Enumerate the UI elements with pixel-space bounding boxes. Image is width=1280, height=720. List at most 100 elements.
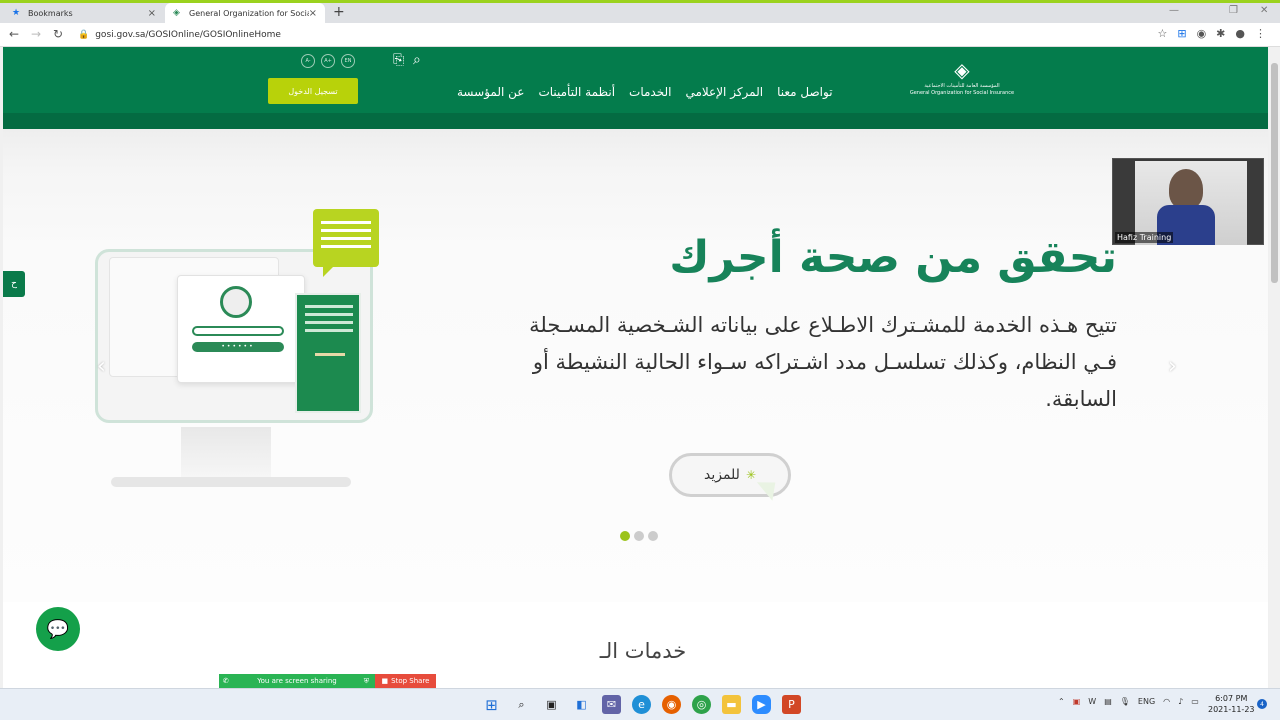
star-icon: ★ [12, 8, 21, 18]
file-explorer-icon[interactable]: ▬ [722, 695, 741, 714]
stop-share-button[interactable]: ■ Stop Share [375, 674, 436, 688]
chat-bubble-tail [323, 267, 333, 277]
monitor-base [111, 477, 351, 487]
widgets-icon[interactable]: ◧ [572, 695, 591, 714]
scrollbar-thumb[interactable] [1271, 63, 1278, 283]
clock-date: 2021-11-23 [1208, 705, 1255, 714]
url-field[interactable]: 🔒 gosi.gov.sa/GOSIOnline/GOSIOnlineHome [78, 27, 281, 43]
reload-icon[interactable]: ↻ [53, 27, 63, 41]
tab-gosi[interactable]: ◈ General Organization for Social × [165, 3, 325, 23]
firefox-icon[interactable]: ◉ [662, 695, 681, 714]
hero-title: تحقق من صحة أجرك [669, 232, 1117, 283]
password-bar: •••••• [192, 342, 284, 352]
microphone-icon[interactable]: 🎙 [1120, 697, 1130, 706]
hero-slider: •••••• تحقق من صحة أجرك تتيح هـذه الخدمة… [3, 129, 1268, 602]
menu-icon[interactable]: ⋮ [1255, 27, 1266, 40]
username-bar [192, 326, 284, 336]
volume-icon[interactable]: ♪ [1178, 697, 1183, 706]
search-icon[interactable]: ⌕ [413, 52, 421, 68]
battery-icon[interactable]: ▭ [1191, 697, 1199, 706]
windows-start-icon[interactable]: ⊞ [482, 695, 501, 714]
monitor-stand [181, 427, 271, 477]
chat-button[interactable]: 💬 [36, 607, 80, 651]
sparkle-icon: ✳ [745, 468, 757, 482]
system-tray: ⌃ ▣ W ▤ 🎙 ENG ◠ ♪ ▭ [1058, 697, 1199, 706]
more-button-label: للمزيد [703, 467, 740, 483]
chrome-icon[interactable]: ◎ [692, 695, 711, 714]
task-view-icon[interactable]: ▣ [542, 695, 561, 714]
chat-bubble-illustration [313, 209, 379, 267]
language-button[interactable]: EN [341, 54, 355, 68]
profile-avatar-icon[interactable]: ● [1235, 27, 1245, 40]
translate-icon[interactable]: ⊞ [1177, 27, 1186, 40]
nav-item-media[interactable]: المركز الإعلامي [685, 85, 763, 99]
slide-dot[interactable] [634, 531, 644, 541]
header-strip [3, 113, 1268, 129]
tray-app-icon[interactable]: ▣ [1073, 697, 1081, 706]
shield-icon: ⛨ [363, 676, 369, 685]
new-tab-button[interactable]: + [333, 4, 345, 20]
restore-icon[interactable]: ❐ [1229, 5, 1238, 16]
nav-item-systems[interactable]: أنظمة التأمينات [538, 85, 615, 99]
language-indicator[interactable]: ENG [1138, 697, 1155, 706]
font-decrease-button[interactable]: A- [301, 54, 315, 68]
web-page: ◈ المؤسسة العامة للتأمينات الاجتماعية Ge… [3, 47, 1268, 688]
gosi-favicon-icon: ◈ [173, 8, 180, 18]
video-thumbnail[interactable]: Hafiz Training [1112, 158, 1264, 245]
notification-badge[interactable]: 4 [1257, 699, 1267, 709]
chat-icon: 💬 [46, 618, 70, 640]
nav-item-about[interactable]: عن المؤسسة [457, 85, 524, 99]
accessibility-icon[interactable]: ⎘ [393, 52, 404, 68]
close-icon[interactable]: × [148, 8, 156, 19]
browser-tab-bar: ★ Bookmarks × ◈ General Organization for… [0, 0, 1280, 23]
hero-description: تتيح هـذه الخدمة للمشـترك الاطـلاع على ب… [529, 313, 1117, 411]
teams-chat-icon[interactable]: ✉ [602, 695, 621, 714]
powerpoint-icon[interactable]: P [782, 695, 801, 714]
participant-name: Hafiz Training [1115, 232, 1174, 243]
clock-time: 6:07 PM [1215, 694, 1248, 703]
github-icon[interactable]: ◉ [1197, 27, 1207, 40]
tray-overflow-icon[interactable]: ⌃ [1058, 697, 1065, 706]
address-bar: ← → ↻ 🔒 gosi.gov.sa/GOSIOnline/GOSIOnlin… [0, 23, 1280, 47]
close-window-icon[interactable]: ✕ [1260, 5, 1268, 16]
prev-slide-arrow-icon[interactable]: ‹ [97, 354, 106, 379]
stop-share-label: Stop Share [391, 677, 430, 685]
wifi-icon[interactable]: ◠ [1163, 697, 1170, 706]
login-button[interactable]: تسجيل الدخول [268, 78, 358, 104]
logo-arabic: المؤسسة العامة للتأمينات الاجتماعية [924, 83, 1000, 89]
search-icon[interactable]: ⌕ [512, 695, 531, 714]
side-feedback-tab[interactable]: ح [3, 271, 25, 297]
stop-icon: ■ [381, 677, 389, 685]
slide-dot[interactable] [620, 531, 630, 541]
logo-english: General Organization for Social Insuranc… [909, 90, 1015, 96]
clock[interactable]: 6:07 PM 2021-11-23 [1208, 693, 1255, 715]
tray-app-icon[interactable]: W [1088, 697, 1096, 706]
page-scrollbar[interactable] [1269, 47, 1280, 688]
edge-icon[interactable]: e [632, 695, 651, 714]
tray-app-icon[interactable]: ▤ [1104, 697, 1112, 706]
services-heading: خدمات الـ [599, 639, 687, 663]
tab-label: General Organization for Social [189, 8, 309, 18]
slide-indicators [620, 531, 658, 541]
bookmark-star-icon[interactable]: ☆ [1157, 27, 1167, 40]
sharing-status-text: You are screen sharing [257, 677, 337, 685]
sharing-status: ✆ You are screen sharing ⛨ [219, 674, 375, 688]
forward-icon[interactable]: → [31, 27, 41, 41]
participant-head [1169, 169, 1203, 209]
lock-icon: 🔒 [78, 30, 90, 40]
slide-dot[interactable] [648, 531, 658, 541]
tab-bookmarks[interactable]: ★ Bookmarks × [4, 3, 164, 23]
font-increase-button[interactable]: A+ [321, 54, 335, 68]
extensions-icon[interactable]: ✱ [1216, 27, 1225, 40]
close-icon[interactable]: × [309, 8, 317, 19]
nav-item-contact[interactable]: تواصل معنا [777, 85, 832, 99]
zoom-icon[interactable]: ▶ [752, 695, 771, 714]
screen-share-bar: ✆ You are screen sharing ⛨ ■ Stop Share [219, 674, 436, 688]
minimize-icon[interactable]: — [1169, 5, 1179, 16]
tab-label: Bookmarks [28, 8, 73, 18]
back-icon[interactable]: ← [9, 27, 19, 41]
taskbar-apps: ⊞ ⌕ ▣ ◧ ✉ e ◉ ◎ ▬ ▶ P [482, 695, 801, 714]
gosi-logo[interactable]: ◈ المؤسسة العامة للتأمينات الاجتماعية Ge… [909, 57, 1015, 103]
nav-item-services[interactable]: الخدمات [629, 85, 671, 99]
next-slide-arrow-icon[interactable]: › [1168, 354, 1177, 379]
